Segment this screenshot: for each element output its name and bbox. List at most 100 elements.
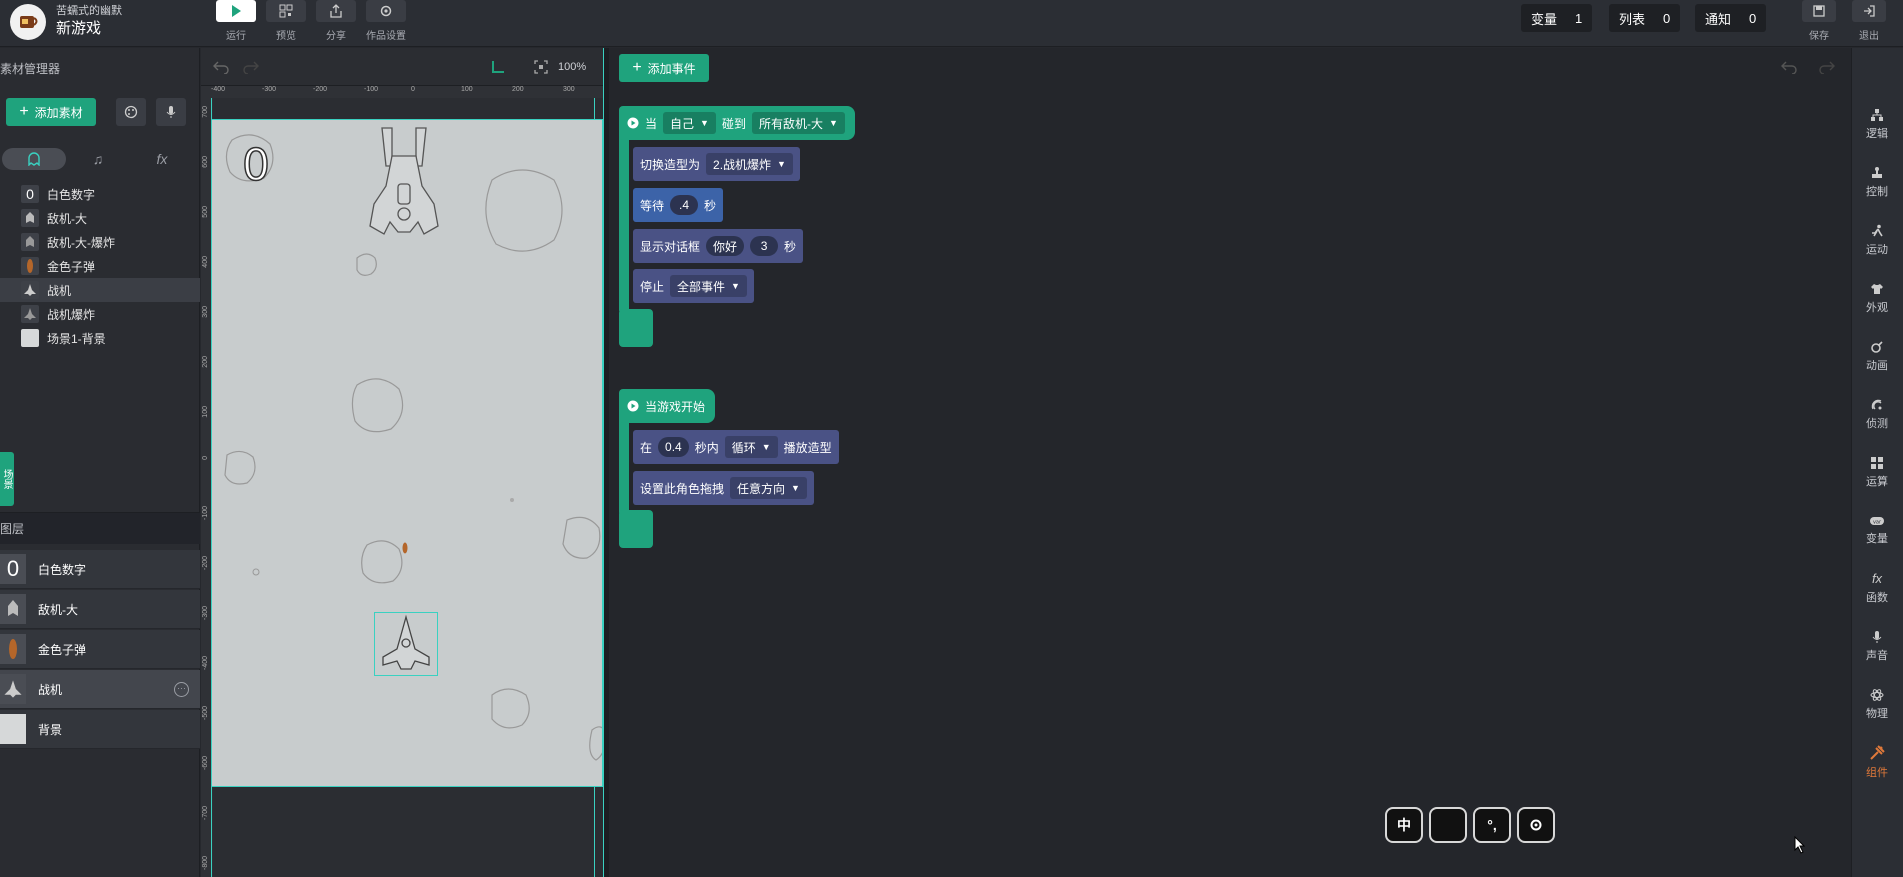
dialog-text-input[interactable]: 你好 bbox=[706, 236, 745, 256]
category-logic[interactable]: 逻辑 bbox=[1851, 96, 1903, 152]
tab-effects[interactable]: fx bbox=[130, 148, 194, 170]
layer-item-label: 白色数字 bbox=[38, 562, 87, 577]
score-display[interactable]: 0 bbox=[241, 139, 271, 192]
ruler-tick: 300 bbox=[563, 86, 575, 93]
user-avatar[interactable] bbox=[10, 4, 46, 40]
category-control[interactable]: 控制 bbox=[1851, 154, 1903, 210]
paint-button[interactable] bbox=[116, 98, 146, 126]
category-variables[interactable]: var 变量 bbox=[1851, 502, 1903, 558]
event-stack-rail bbox=[619, 134, 629, 312]
notification-counter[interactable]: 通知 0 bbox=[1695, 4, 1767, 32]
asset-item[interactable]: 敌机-大-爆炸 bbox=[0, 230, 200, 254]
add-asset-label: 添加素材 bbox=[34, 105, 83, 120]
list-counter[interactable]: 列表 0 bbox=[1609, 4, 1681, 32]
game-start-event-block[interactable]: 当游戏开始 bbox=[619, 389, 716, 423]
animation-seconds-input[interactable]: 0.4 bbox=[658, 437, 689, 457]
undo-icon[interactable] bbox=[1781, 60, 1797, 74]
category-sound[interactable]: 声音 bbox=[1851, 618, 1903, 674]
bullet-thumbnail bbox=[21, 257, 39, 275]
self-dropdown[interactable]: 自己 ▼ bbox=[663, 112, 716, 134]
theme-toggle-button[interactable] bbox=[1429, 807, 1467, 843]
category-physics[interactable]: 物理 bbox=[1851, 676, 1903, 732]
scene-tab[interactable]: 场景 bbox=[0, 452, 14, 506]
wait-block[interactable]: 等待 .4 秒 bbox=[633, 188, 724, 222]
share-button[interactable] bbox=[316, 0, 356, 22]
asset-item-label: 敌机-大-爆炸 bbox=[47, 235, 115, 250]
list-counter-value: 0 bbox=[1663, 10, 1671, 26]
block-text: 切换造型为 bbox=[640, 157, 701, 172]
play-animation-block[interactable]: 在 0.4 秒内 循环 ▼ 播放造型 bbox=[633, 430, 839, 464]
asset-item[interactable]: 0 白色数字 bbox=[0, 182, 200, 206]
undo-icon[interactable] bbox=[213, 60, 229, 74]
layers-header: 图层 bbox=[0, 512, 200, 544]
save-button[interactable] bbox=[1802, 0, 1836, 22]
run-button[interactable] bbox=[216, 0, 256, 22]
more-icon[interactable]: ··· bbox=[174, 682, 189, 697]
dropdown-value: 循环 bbox=[731, 440, 756, 455]
category-components[interactable]: 组件 bbox=[1851, 734, 1903, 790]
costume-dropdown[interactable]: 2.战机爆炸 ▼ bbox=[706, 153, 793, 175]
game-stage[interactable]: 0 bbox=[211, 119, 603, 787]
notification-counter-label: 通知 bbox=[1705, 11, 1732, 27]
wait-seconds-input[interactable]: .4 bbox=[670, 195, 699, 215]
category-sensing[interactable]: 侦测 bbox=[1851, 386, 1903, 442]
bullet-sprite[interactable] bbox=[402, 542, 408, 554]
layer-item[interactable]: 敌机-大 bbox=[0, 590, 200, 629]
layer-item[interactable]: 战机 ··· bbox=[0, 670, 200, 709]
asset-item[interactable]: 战机爆炸 bbox=[0, 302, 200, 326]
asset-item-label: 战机爆炸 bbox=[47, 307, 96, 322]
target-dropdown[interactable]: 所有敌机-大 ▼ bbox=[751, 112, 845, 134]
redo-icon[interactable] bbox=[243, 60, 259, 74]
moon-icon bbox=[1446, 820, 1451, 830]
direction-dropdown[interactable]: 任意方向 ▼ bbox=[730, 477, 807, 499]
caret-down-icon: ▼ bbox=[731, 281, 740, 291]
project-title[interactable]: 新游戏 bbox=[56, 17, 101, 38]
set-drag-block[interactable]: 设置此角色拖拽 任意方向 ▼ bbox=[633, 471, 814, 505]
exit-button[interactable] bbox=[1852, 0, 1886, 22]
loop-dropdown[interactable]: 循环 ▼ bbox=[724, 436, 778, 458]
switch-costume-block[interactable]: 切换造型为 2.战机爆炸 ▼ bbox=[633, 147, 800, 181]
tab-sounds[interactable]: ♫ bbox=[66, 148, 130, 170]
enemy-large-sprite[interactable] bbox=[362, 126, 446, 250]
layer-item[interactable]: 0 白色数字 bbox=[0, 550, 200, 589]
list-counter-label: 列表 bbox=[1619, 11, 1646, 27]
layer-item[interactable]: 金色子弹 bbox=[0, 630, 200, 669]
category-looks[interactable]: 外观 bbox=[1851, 270, 1903, 326]
collision-event-block[interactable]: 当 自己 ▼ 碰到 所有敌机-大 ▼ bbox=[619, 106, 855, 140]
category-operators[interactable]: 运算 bbox=[1851, 444, 1903, 500]
function-icon: fx bbox=[1871, 571, 1883, 586]
show-dialog-block[interactable]: 显示对话框 你好 3 秒 bbox=[633, 229, 804, 263]
fighter-selection-box[interactable] bbox=[374, 612, 438, 676]
settings-button[interactable] bbox=[366, 0, 406, 22]
fit-screen-icon[interactable] bbox=[534, 60, 548, 74]
stop-target-dropdown[interactable]: 全部事件 ▼ bbox=[670, 275, 747, 297]
category-animation[interactable]: 动画 bbox=[1851, 328, 1903, 384]
settings-round-button[interactable] bbox=[1517, 807, 1555, 843]
add-event-button[interactable]: + 添加事件 bbox=[619, 54, 709, 82]
variable-counter[interactable]: 变量 1 bbox=[1521, 4, 1593, 32]
gear-icon bbox=[1530, 819, 1542, 831]
add-asset-button[interactable]: + 添加素材 bbox=[6, 98, 96, 126]
preview-button[interactable] bbox=[266, 0, 306, 22]
asset-item[interactable]: 场景1-背景 bbox=[0, 326, 200, 350]
block-text: 设置此角色拖拽 bbox=[640, 481, 725, 496]
ruler-icon[interactable] bbox=[491, 60, 505, 74]
stop-block[interactable]: 停止 全部事件 ▼ bbox=[633, 269, 754, 303]
caret-down-icon: ▼ bbox=[777, 159, 786, 169]
category-motion[interactable]: 运动 bbox=[1851, 212, 1903, 268]
language-toggle-button[interactable]: 中 bbox=[1385, 807, 1423, 843]
redo-icon[interactable] bbox=[1819, 60, 1835, 74]
asset-item[interactable]: 敌机-大 bbox=[0, 206, 200, 230]
zoom-level[interactable]: 100% bbox=[558, 61, 586, 73]
asset-item[interactable]: 战机 bbox=[0, 278, 200, 302]
layer-item[interactable]: 背景 bbox=[0, 710, 200, 749]
tab-sprites[interactable] bbox=[2, 148, 66, 170]
fighter-sprite[interactable] bbox=[375, 613, 437, 675]
dialog-seconds-input[interactable]: 3 bbox=[750, 236, 779, 256]
record-button[interactable] bbox=[156, 98, 186, 126]
asset-item-label: 金色子弹 bbox=[47, 259, 96, 274]
category-function[interactable]: fx 函数 bbox=[1851, 560, 1903, 616]
animation-icon bbox=[1871, 340, 1883, 353]
asset-item[interactable]: 金色子弹 bbox=[0, 254, 200, 278]
punctuation-toggle-button[interactable]: °, bbox=[1473, 807, 1511, 843]
